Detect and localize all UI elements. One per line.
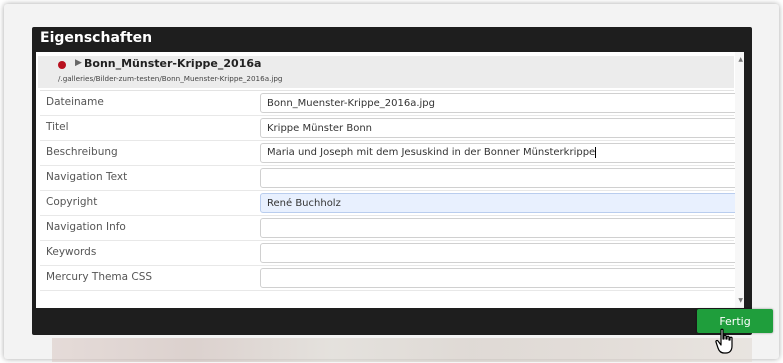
form-row-beschreibung: Beschreibung Maria und Joseph mit dem Je… [40, 141, 740, 166]
field-label: Navigation Text [46, 171, 128, 183]
form-row-titel: Titel [40, 116, 740, 141]
resource-name: Bonn_Münster-Krippe_2016a [84, 57, 262, 70]
form-row-keywords: Keywords [40, 241, 740, 266]
field-label: Keywords [46, 246, 97, 258]
navigation-text-input[interactable] [260, 168, 740, 188]
resource-info-panel: ▶ Bonn_Münster-Krippe_2016a /.galleries/… [38, 56, 734, 88]
background-gallery-strip [52, 338, 752, 362]
field-label: Titel [46, 121, 69, 133]
field-label: Copyright [46, 196, 98, 208]
navigation-info-input[interactable] [260, 218, 740, 238]
vertical-scrollbar[interactable]: ▲ ▼ [735, 52, 744, 308]
hand-cursor-icon [715, 328, 733, 354]
form-row-copyright: Copyright [40, 191, 740, 216]
scroll-down-icon[interactable]: ▼ [738, 297, 743, 304]
copyright-input[interactable] [260, 193, 740, 213]
beschreibung-input[interactable]: Maria und Joseph mit dem Jesuskind in de… [260, 143, 740, 163]
titel-input[interactable] [260, 118, 740, 138]
scroll-up-icon[interactable]: ▲ [738, 56, 743, 63]
field-label: Navigation Info [46, 221, 126, 233]
dialog-title: Eigenschaften [40, 30, 153, 46]
form-row-navigation-text: Navigation Text [40, 166, 740, 191]
dialog-body: ▶ Bonn_Münster-Krippe_2016a /.galleries/… [36, 52, 744, 308]
dateiname-input[interactable] [260, 93, 740, 113]
keywords-input[interactable] [260, 243, 740, 263]
form-row-navigation-info: Navigation Info [40, 216, 740, 241]
form-row-mercury-css: Mercury Thema CSS [40, 266, 740, 291]
beschreibung-value: Maria und Joseph mit dem Jesuskind in de… [267, 147, 596, 158]
form-row-dateiname: Dateiname [40, 91, 740, 116]
properties-dialog: Eigenschaften ▶ Bonn_Münster-Krippe_2016… [32, 27, 752, 335]
resource-path: /.galleries/Bilder-zum-testen/Bonn_Muens… [58, 74, 283, 83]
chevron-right-icon[interactable]: ▶ [75, 58, 82, 68]
status-dot-icon [58, 61, 66, 69]
properties-form: Dateiname Titel Beschreibung Maria und J… [40, 90, 740, 291]
field-label: Dateiname [46, 96, 104, 108]
field-label: Mercury Thema CSS [46, 271, 153, 283]
mercury-css-input[interactable] [260, 268, 740, 288]
field-label: Beschreibung [46, 146, 118, 158]
text-caret [595, 146, 597, 158]
